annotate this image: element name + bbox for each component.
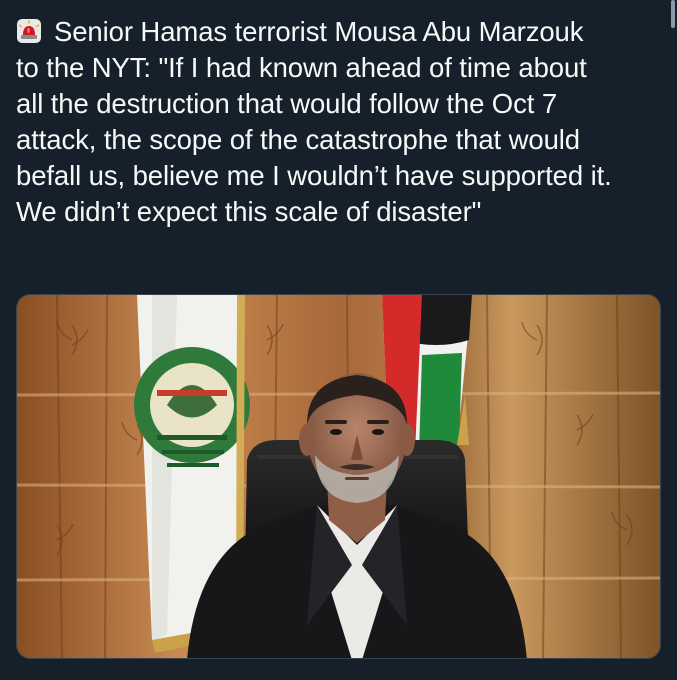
scrollbar[interactable]: [671, 0, 675, 28]
tweet-text-block: Senior Hamas terrorist Mousa Abu Marzouk…: [16, 14, 666, 230]
tweet-text: Senior Hamas terrorist Mousa Abu Marzouk…: [16, 16, 612, 227]
media-photo: [17, 295, 660, 658]
tweet-media-image[interactable]: [16, 294, 661, 659]
tweet-post: Senior Hamas terrorist Mousa Abu Marzouk…: [0, 0, 677, 680]
police-car-light-icon: [16, 17, 42, 43]
